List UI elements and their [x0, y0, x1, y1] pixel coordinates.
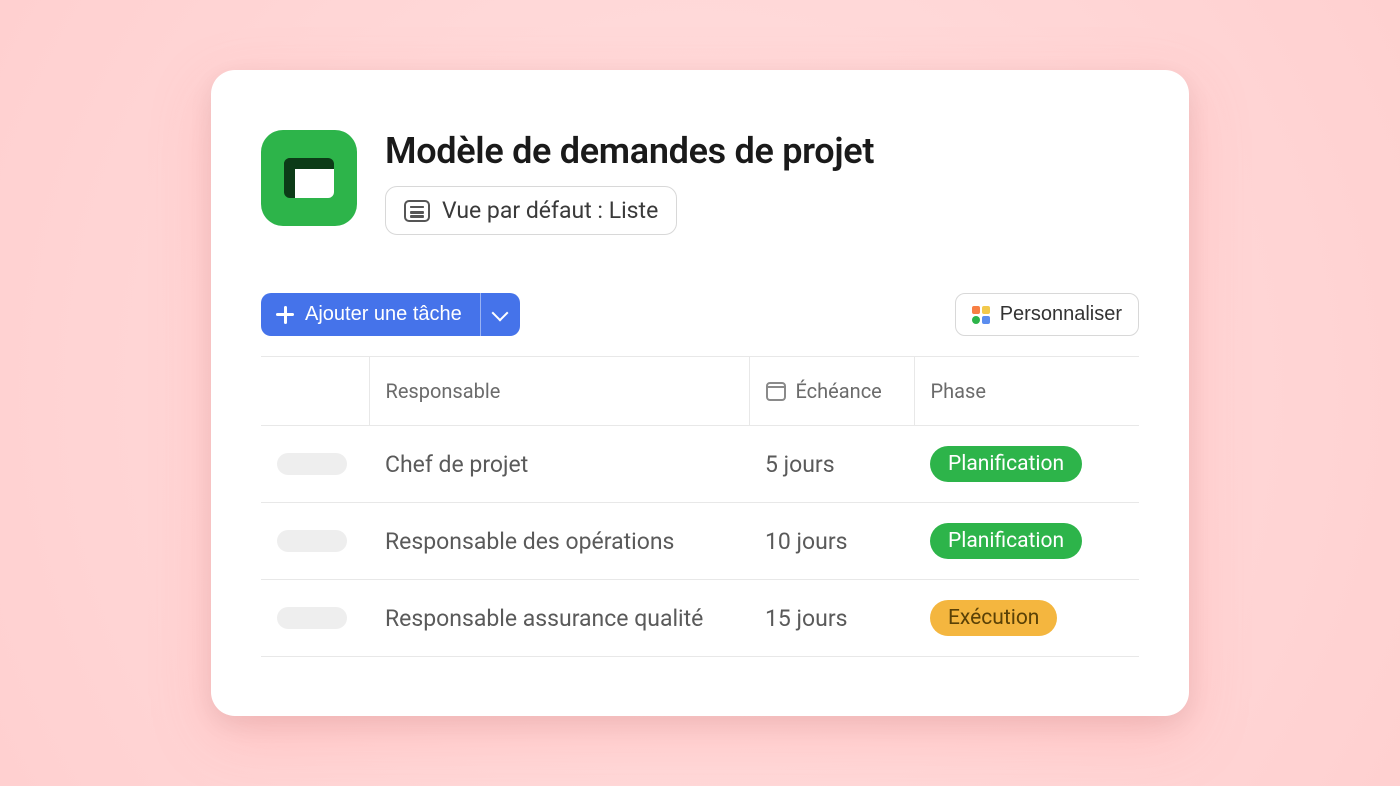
add-task-dropdown-button[interactable] — [480, 293, 520, 336]
column-header-empty — [261, 357, 369, 426]
chevron-down-icon — [492, 304, 509, 321]
cell-responsible: Responsable des opérations — [369, 503, 749, 580]
column-header-due[interactable]: Échéance — [749, 357, 914, 426]
project-template-card: Modèle de demandes de projet Vue par déf… — [211, 70, 1189, 716]
phase-badge: Planification — [930, 523, 1082, 559]
default-view-label: Vue par défaut : Liste — [442, 197, 658, 224]
cell-responsible: Chef de projet — [369, 426, 749, 503]
toolbar: Ajouter une tâche Personnaliser — [261, 293, 1139, 336]
cell-due: 5 jours — [749, 426, 914, 503]
add-task-button[interactable]: Ajouter une tâche — [261, 293, 480, 336]
table-row[interactable]: Chef de projet 5 jours Planification — [261, 426, 1139, 503]
add-task-label: Ajouter une tâche — [305, 303, 462, 326]
calendar-icon — [766, 382, 786, 401]
list-view-icon — [404, 200, 430, 222]
cell-due: 10 jours — [749, 503, 914, 580]
cell-responsible: Responsable assurance qualité — [369, 580, 749, 657]
default-view-chip[interactable]: Vue par défaut : Liste — [385, 186, 677, 235]
project-board-icon — [261, 130, 357, 226]
customize-label: Personnaliser — [1000, 303, 1122, 326]
task-name-placeholder — [277, 530, 347, 552]
header-text: Modèle de demandes de projet Vue par déf… — [385, 130, 874, 235]
table-header-row: Responsable Échéance Phase — [261, 357, 1139, 426]
column-header-phase[interactable]: Phase — [914, 357, 1139, 426]
task-name-placeholder — [277, 453, 347, 475]
phase-badge: Planification — [930, 446, 1082, 482]
column-header-responsible[interactable]: Responsable — [369, 357, 749, 426]
add-task-button-group: Ajouter une tâche — [261, 293, 520, 336]
tasks-table-body: Chef de projet 5 jours Planification Res… — [261, 426, 1139, 657]
cell-phase: Planification — [914, 503, 1139, 580]
page-title: Modèle de demandes de projet — [385, 130, 874, 172]
header: Modèle de demandes de projet Vue par déf… — [261, 130, 1139, 235]
phase-badge: Exécution — [930, 600, 1057, 636]
customize-button[interactable]: Personnaliser — [955, 293, 1139, 336]
column-header-due-label: Échéance — [796, 379, 882, 403]
task-name-placeholder — [277, 607, 347, 629]
plus-icon — [275, 305, 295, 325]
cell-due: 15 jours — [749, 580, 914, 657]
table-row[interactable]: Responsable des opérations 10 jours Plan… — [261, 503, 1139, 580]
tasks-table: Responsable Échéance Phase Chef de proje… — [261, 356, 1139, 657]
cell-phase: Planification — [914, 426, 1139, 503]
cell-phase: Exécution — [914, 580, 1139, 657]
table-row[interactable]: Responsable assurance qualité 15 jours E… — [261, 580, 1139, 657]
customize-icon — [972, 306, 990, 324]
